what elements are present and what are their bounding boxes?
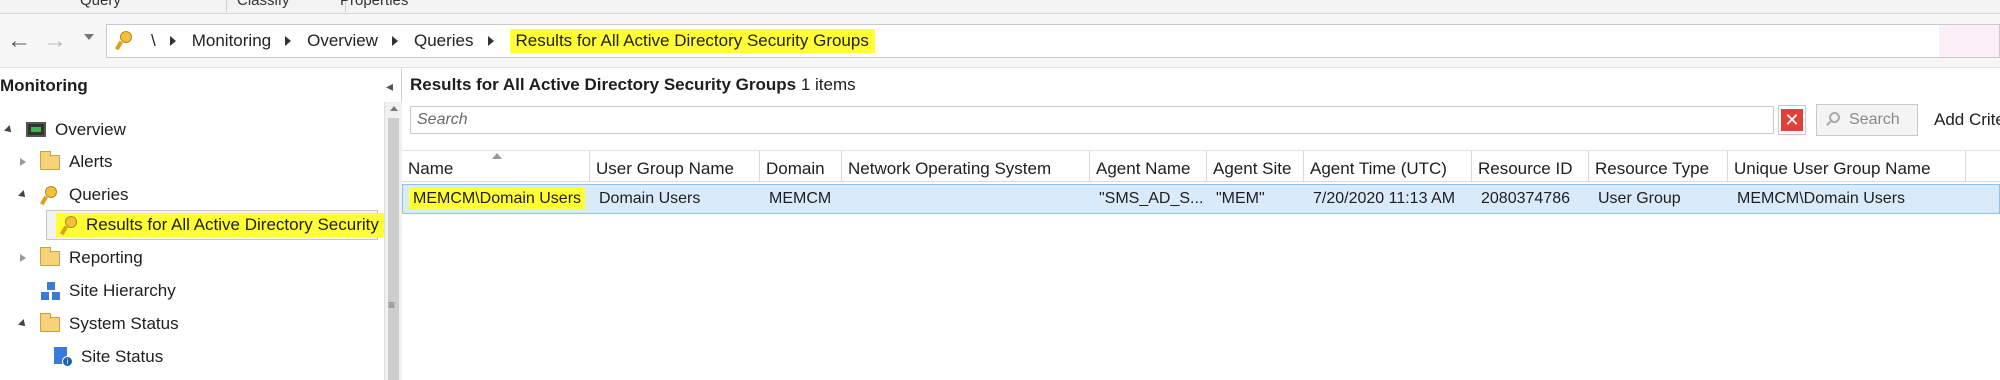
query-key-icon bbox=[60, 215, 82, 236]
tree-scrollbar[interactable] bbox=[384, 102, 402, 380]
close-icon: ✕ bbox=[1781, 109, 1803, 131]
results-header: Results for All Active Directory Securit… bbox=[410, 75, 856, 95]
column-header-agent-site[interactable]: Agent Site bbox=[1207, 151, 1304, 182]
back-button[interactable]: ← bbox=[4, 26, 34, 56]
cell-unique-user-group-name[interactable]: MEMCM\Domain Users bbox=[1729, 185, 1967, 213]
column-header-resource-id[interactable]: Resource ID bbox=[1472, 151, 1589, 182]
forward-button[interactable]: → bbox=[40, 26, 70, 56]
clear-search-button[interactable]: ✕ bbox=[1778, 105, 1806, 135]
tree-item-label: Site Hierarchy bbox=[69, 281, 176, 300]
address-bar-end bbox=[1939, 25, 1999, 57]
cell-agent-site[interactable]: "MEM" bbox=[1208, 185, 1305, 213]
breadcrumb-separator-icon[interactable] bbox=[487, 36, 494, 46]
column-header-network-os[interactable]: Network Operating System bbox=[842, 151, 1090, 182]
query-key-icon bbox=[40, 185, 62, 206]
cell-name[interactable]: MEMCM\Domain Users bbox=[403, 185, 591, 213]
breadcrumb-current[interactable]: Results for All Active Directory Securit… bbox=[509, 29, 875, 53]
results-count: 1 items bbox=[800, 75, 856, 94]
tree-item-results-all-ad-security-groups[interactable]: Results for All Active Directory Securit… bbox=[56, 211, 401, 239]
expand-closed-icon[interactable] bbox=[16, 155, 30, 169]
collapse-pane-icon[interactable]: ◂ bbox=[386, 78, 393, 95]
highlight-marker: MEMCM\Domain Users bbox=[409, 188, 586, 209]
cell-network-os[interactable] bbox=[843, 185, 1091, 213]
tree-item-overview[interactable]: Overview bbox=[2, 116, 126, 144]
ribbon-tab-classify[interactable]: Classify bbox=[226, 0, 346, 12]
tree-item-alerts[interactable]: Alerts bbox=[16, 148, 112, 176]
cell-user-group-name[interactable]: Domain Users bbox=[591, 185, 761, 213]
expand-open-icon[interactable] bbox=[16, 188, 30, 202]
history-dropdown-icon[interactable] bbox=[84, 34, 94, 40]
ribbon-tabs: Query Classify Properties bbox=[0, 0, 2000, 14]
breadcrumb-queries[interactable]: Queries bbox=[414, 31, 474, 51]
scrollbar-thumb[interactable] bbox=[388, 118, 399, 380]
address-bar: ← → \ Monitoring Overview Queries Result… bbox=[0, 14, 2000, 68]
cell-resource-id[interactable]: 2080374786 bbox=[1473, 185, 1590, 213]
tree-item-site-status[interactable]: i Site Status bbox=[52, 343, 163, 371]
scroll-up-icon[interactable] bbox=[390, 106, 398, 111]
tree-item-site-hierarchy[interactable]: Site Hierarchy bbox=[40, 277, 176, 305]
grid-header: Name User Group Name Domain Network Oper… bbox=[402, 150, 2000, 182]
tree-item-label: Site Status bbox=[81, 347, 164, 366]
column-header-agent-time[interactable]: Agent Time (UTC) bbox=[1304, 151, 1472, 182]
highlight-marker: Results for All Active Directory Securit… bbox=[56, 213, 401, 237]
tree-item-label: Results for All Active Directory Securit… bbox=[86, 215, 397, 234]
folder-icon bbox=[40, 247, 62, 268]
search-button-label: Search bbox=[1849, 111, 1900, 128]
tree-item-label: Queries bbox=[69, 185, 129, 204]
query-key-icon bbox=[115, 30, 137, 52]
back-arrow-icon: ← bbox=[7, 27, 31, 54]
tree-item-label: Alerts bbox=[69, 152, 113, 171]
folder-icon bbox=[40, 313, 62, 334]
breadcrumb-monitoring[interactable]: Monitoring bbox=[192, 31, 271, 51]
tree-item-label: System Status bbox=[69, 314, 179, 333]
breadcrumb-separator-icon[interactable] bbox=[169, 36, 176, 46]
expand-open-icon[interactable] bbox=[16, 317, 30, 331]
tree-item-reporting[interactable]: Reporting bbox=[16, 244, 143, 272]
folder-icon bbox=[40, 151, 62, 172]
pane-title: Monitoring bbox=[0, 76, 88, 95]
site-hierarchy-icon bbox=[40, 281, 62, 301]
ribbon-tab-properties[interactable]: Properties bbox=[330, 0, 418, 12]
column-header-resource-type[interactable]: Resource Type bbox=[1589, 151, 1728, 182]
monitor-icon bbox=[26, 120, 48, 140]
tree-item-label: Overview bbox=[55, 120, 126, 139]
results-title: Results for All Active Directory Securit… bbox=[410, 75, 797, 94]
results-grid: Name User Group Name Domain Network Oper… bbox=[402, 150, 2000, 214]
expand-open-icon[interactable] bbox=[2, 123, 16, 137]
search-icon bbox=[1825, 112, 1841, 128]
column-header-domain[interactable]: Domain bbox=[760, 151, 842, 182]
breadcrumb-separator-icon[interactable] bbox=[391, 36, 398, 46]
cell-resource-type[interactable]: User Group bbox=[1590, 185, 1729, 213]
results-pane: Results for All Active Directory Securit… bbox=[402, 68, 2000, 380]
column-header-name[interactable]: Name bbox=[402, 151, 590, 182]
add-criteria-link[interactable]: Add Crite bbox=[1934, 110, 2000, 130]
search-button[interactable]: Search bbox=[1816, 104, 1918, 136]
tree-item-label: Reporting bbox=[69, 248, 143, 267]
cell-domain[interactable]: MEMCM bbox=[761, 185, 843, 213]
navigation-pane: Monitoring ◂ Overview Alerts Queries Res… bbox=[0, 68, 402, 380]
column-header-agent-name[interactable]: Agent Name bbox=[1090, 151, 1207, 182]
column-header-user-group-name[interactable]: User Group Name bbox=[590, 151, 760, 182]
tree-item-system-status[interactable]: System Status bbox=[16, 310, 179, 338]
table-row[interactable]: MEMCM\Domain Users Domain Users MEMCM "S… bbox=[402, 184, 2000, 214]
breadcrumb-overview[interactable]: Overview bbox=[307, 31, 378, 51]
cell-agent-time[interactable]: 7/20/2020 11:13 AM bbox=[1305, 185, 1473, 213]
breadcrumb-separator-icon[interactable] bbox=[285, 36, 292, 46]
sort-ascending-icon bbox=[492, 153, 502, 159]
breadcrumb-root[interactable]: \ bbox=[151, 31, 156, 51]
column-header-unique-user-group-name[interactable]: Unique User Group Name bbox=[1728, 151, 1966, 182]
pane-resize-grip-icon[interactable]: ≡ bbox=[388, 298, 395, 312]
forward-arrow-icon: → bbox=[43, 27, 67, 54]
cell-agent-name[interactable]: "SMS_AD_S... bbox=[1091, 185, 1208, 213]
site-status-icon: i bbox=[52, 347, 74, 367]
tree-item-queries[interactable]: Queries bbox=[16, 181, 129, 209]
ribbon-tab-query[interactable]: Query bbox=[70, 0, 131, 12]
expand-closed-icon[interactable] bbox=[16, 251, 30, 265]
search-input[interactable] bbox=[410, 106, 1774, 134]
breadcrumb: \ Monitoring Overview Queries Results fo… bbox=[106, 24, 2000, 58]
